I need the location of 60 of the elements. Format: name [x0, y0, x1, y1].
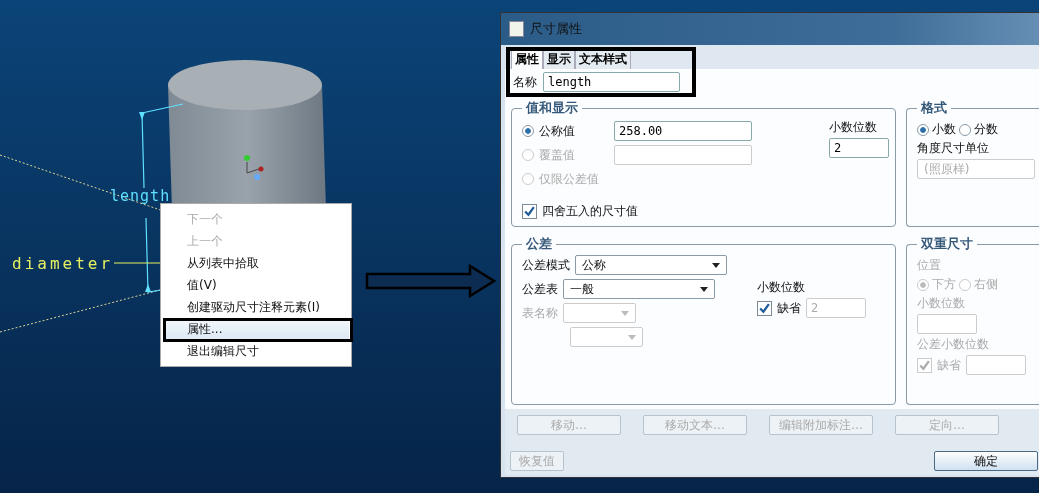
caret-icon: [712, 262, 720, 268]
tolerance-mode-dropdown[interactable]: 公称: [575, 255, 727, 275]
field-label: 公差模式: [522, 256, 570, 274]
radio-button[interactable]: [917, 123, 929, 136]
tab[interactable]: 属性: [511, 49, 543, 69]
field-label: 公差小数位数: [917, 336, 990, 353]
tolerance-table-dropdown[interactable]: 一般: [563, 279, 715, 299]
checkbox[interactable]: [522, 204, 537, 219]
window-title: 尺寸属性: [530, 20, 582, 38]
group-title: 公差: [525, 235, 553, 253]
menu-item[interactable]: 从列表中拾取: [161, 252, 351, 274]
checkbox-label: 缺省: [777, 299, 801, 317]
option-label: 右侧: [974, 276, 998, 293]
option-label: 仅限公差值: [539, 170, 600, 188]
group-title: 格式: [920, 99, 948, 117]
field-label: 小数位数: [917, 295, 966, 312]
field-label: 角度尺寸单位: [917, 140, 990, 157]
table-name-dropdown[interactable]: [563, 303, 636, 323]
axis-icon: [244, 155, 264, 180]
caret-icon: [700, 286, 708, 292]
field-label: 小数位数: [829, 119, 878, 136]
option-label: 覆盖值: [539, 146, 576, 164]
value-field[interactable]: 258.00: [614, 121, 752, 141]
radio-button[interactable]: [917, 278, 929, 291]
checkbox-label: 缺省: [937, 356, 961, 374]
field-label: 位置: [917, 257, 942, 274]
menu-item[interactable]: 值(V): [161, 274, 351, 296]
group-title: 双重尺寸: [920, 235, 974, 253]
caret-icon: [628, 334, 636, 340]
radio-button[interactable]: [959, 278, 971, 291]
checkbox-label: 四舍五入的尺寸值: [542, 203, 638, 220]
window-icon: [509, 21, 524, 37]
name-field[interactable]: length: [543, 72, 680, 92]
field-label: 表名称: [522, 304, 558, 322]
dimension-label: diameter: [12, 254, 114, 273]
value-field[interactable]: [614, 145, 752, 165]
decimals-field[interactable]: [966, 355, 1026, 375]
radio-button[interactable]: [522, 125, 534, 137]
menu-item[interactable]: 退出编辑尺寸: [161, 340, 351, 362]
option-label: 下方: [932, 276, 956, 293]
radio-button[interactable]: [959, 123, 971, 136]
decimals-field[interactable]: [917, 314, 977, 334]
menu-item[interactable]: 创建驱动尺寸注释元素(I): [161, 296, 351, 318]
ok-button[interactable]: 确定: [934, 451, 1038, 471]
decimals-field[interactable]: 2: [829, 138, 889, 158]
option-label: 小数: [932, 121, 956, 138]
field-label: 小数位数: [757, 279, 806, 296]
tab[interactable]: 显示: [543, 49, 575, 69]
field-label: 名称: [513, 73, 537, 91]
tab[interactable]: 文本样式: [575, 49, 631, 69]
option-label: 分数: [974, 121, 998, 138]
table-name-dropdown[interactable]: [570, 327, 643, 347]
caret-icon: [621, 310, 629, 316]
option-label: 公称值: [539, 122, 576, 140]
field-label: 公差表: [522, 280, 558, 298]
checkbox[interactable]: [917, 357, 932, 373]
checkbox[interactable]: [757, 300, 772, 316]
group-title: 值和显示: [524, 99, 579, 117]
leader-line: [113, 262, 161, 264]
dimension-label: length: [110, 187, 171, 205]
